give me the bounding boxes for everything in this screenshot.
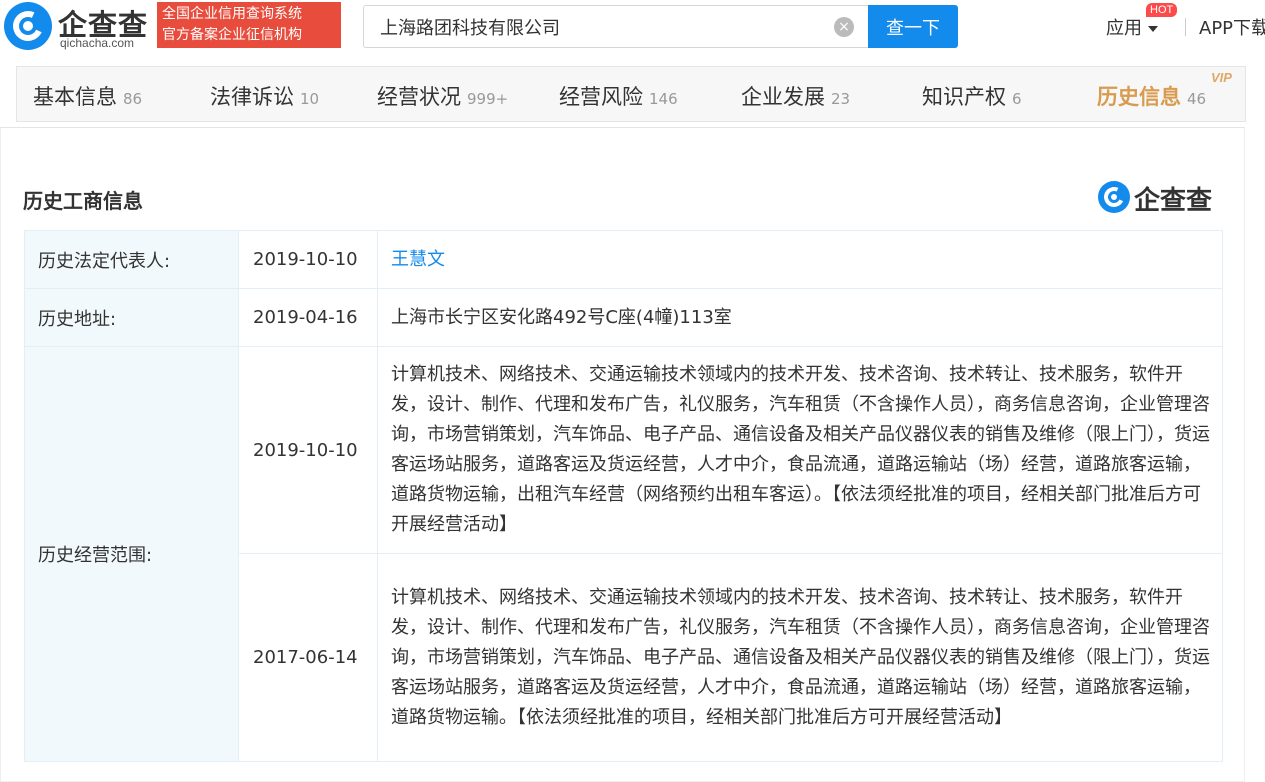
- clear-icon[interactable]: ×: [834, 17, 854, 37]
- tab-count: 999+: [467, 90, 509, 108]
- app-download-link[interactable]: APP下载: [1199, 14, 1265, 40]
- vip-badge: VIP: [1211, 70, 1232, 85]
- tab-count: 23: [831, 90, 851, 108]
- tab-risk[interactable]: 经营风险 146: [559, 81, 678, 111]
- tab-count: 46: [1187, 90, 1207, 108]
- row-date: 2019-04-16: [238, 288, 378, 347]
- app-menu[interactable]: 应用: [1106, 14, 1158, 40]
- row-label: 历史经营范围:: [24, 346, 239, 762]
- section-title: 历史工商信息: [23, 189, 143, 213]
- top-header: 企查查 qichacha.com 全国企业信用查询系统 官方备案企业征信机构 ×…: [0, 0, 1265, 56]
- tab-label: 经营风险: [559, 85, 643, 109]
- tab-count: 146: [649, 90, 678, 108]
- scope-value: 计算机技术、网络技术、交通运输技术领域内的技术开发、技术咨询、技术转让、技术服务…: [377, 553, 1223, 762]
- certification-badge: 全国企业信用查询系统 官方备案企业征信机构: [157, 2, 341, 48]
- site-logo[interactable]: 企查查 qichacha.com: [4, 2, 154, 52]
- row-label: 历史地址:: [24, 288, 239, 347]
- table-row: 历史地址: 2019-04-16 上海市长宁区安化路492号C座(4幢)113室: [24, 288, 1223, 347]
- tab-label: 基本信息: [33, 85, 117, 109]
- tab-label: 知识产权: [922, 85, 1006, 109]
- scope-value: 计算机技术、网络技术、交通运输技术领域内的技术开发、技术咨询、技术转让、技术服务…: [377, 346, 1223, 554]
- tab-label: 历史信息: [1097, 85, 1181, 109]
- search-box: ×: [363, 5, 869, 48]
- row-label: 历史法定代表人:: [24, 230, 239, 289]
- logo-icon: [4, 2, 52, 50]
- history-table: 历史法定代表人: 2019-10-10 王慧文 历史地址: 2019-04-16…: [24, 230, 1223, 762]
- row-date: 2017-06-14: [238, 553, 378, 762]
- badge-line-1: 全国企业信用查询系统: [162, 6, 302, 22]
- table-row: 历史经营范围: 2019-10-10 计算机技术、网络技术、交通运输技术领域内的…: [24, 346, 1223, 762]
- tab-count: 6: [1012, 90, 1022, 108]
- app-menu-label: 应用: [1106, 18, 1142, 39]
- chevron-down-icon: [1148, 26, 1158, 32]
- tab-label: 企业发展: [741, 85, 825, 109]
- tab-label: 经营状况: [377, 85, 461, 109]
- tab-count: 86: [123, 90, 143, 108]
- badge-line-2: 官方备案企业征信机构: [162, 27, 302, 43]
- hot-badge: HOT: [1146, 3, 1178, 17]
- tab-basic-info[interactable]: 基本信息 86: [33, 81, 142, 111]
- tab-history[interactable]: 历史信息 46: [1097, 81, 1206, 111]
- nav-tabs: 基本信息 86 法律诉讼 10 经营状况 999+ 经营风险 146 企业发展 23 知识…: [16, 66, 1246, 122]
- search-button[interactable]: 查一下: [868, 5, 958, 48]
- tab-legal[interactable]: 法律诉讼 10: [210, 81, 319, 111]
- logo-domain: qichacha.com: [60, 36, 135, 50]
- row-date: 2019-10-10: [238, 230, 378, 289]
- tab-development[interactable]: 企业发展 23: [741, 81, 850, 111]
- search-input[interactable]: [364, 6, 804, 47]
- legal-rep-link[interactable]: 王慧文: [391, 249, 445, 270]
- address-value: 上海市长宁区安化路492号C座(4幢)113室: [377, 288, 1223, 347]
- logo-icon: [1098, 181, 1130, 213]
- tab-ip[interactable]: 知识产权 6: [922, 81, 1022, 111]
- tab-count: 10: [300, 90, 320, 108]
- brand-watermark: 企查查: [1098, 180, 1226, 216]
- table-row: 历史法定代表人: 2019-10-10 王慧文: [24, 230, 1223, 289]
- tab-label: 法律诉讼: [210, 85, 294, 109]
- row-date: 2019-10-10: [238, 346, 378, 554]
- tab-operations[interactable]: 经营状况 999+: [377, 81, 508, 111]
- divider: [1185, 18, 1186, 36]
- brand-text: 企查查: [1134, 186, 1213, 216]
